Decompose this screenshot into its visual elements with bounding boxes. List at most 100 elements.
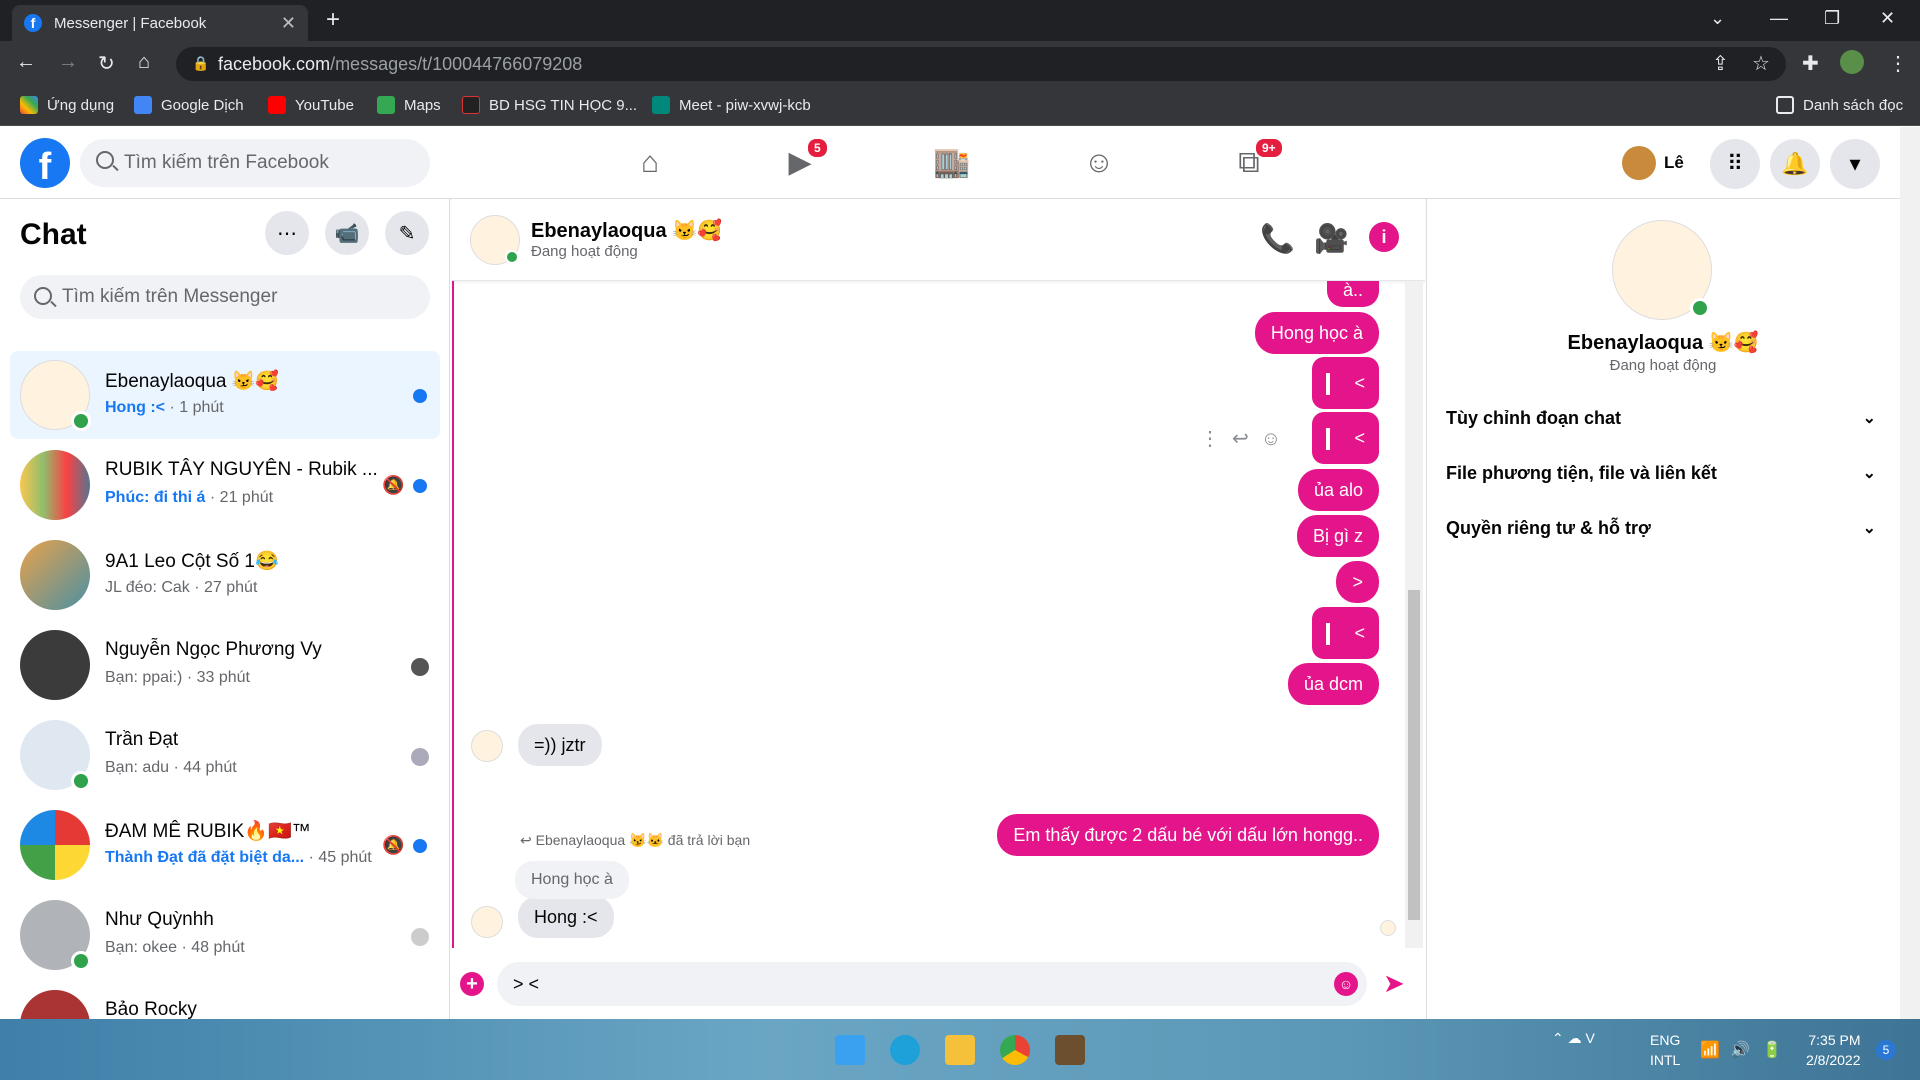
message-bubble[interactable]: Hong học à xyxy=(1254,312,1379,354)
messenger-search-input[interactable]: Tìm kiếm trên Messenger xyxy=(20,275,430,319)
home-nav-icon[interactable]: ⌂ xyxy=(633,146,667,180)
send-icon[interactable]: ➤ xyxy=(1383,968,1405,999)
reply-quote[interactable]: Hong học à xyxy=(515,861,629,899)
bookmark-meet[interactable]: Meet - piw-xvwj-kcb xyxy=(652,96,811,114)
message-bubble[interactable]: ủa dcm xyxy=(1287,663,1379,705)
notifications-bell-icon[interactable]: 🔔 xyxy=(1770,139,1820,189)
facebook-search-input[interactable]: Tìm kiếm trên Facebook xyxy=(80,139,430,187)
lock-icon: 🔒 xyxy=(192,55,210,71)
extensions-icon[interactable]: ✚ xyxy=(1802,51,1819,76)
address-bar[interactable]: 🔒 facebook.com/messages/t/10004476607920… xyxy=(176,47,1786,81)
bookmark-label: BD HSG TIN HỌC 9... xyxy=(489,96,638,114)
privacy-support-section[interactable]: Quyền riêng tư & hỗ trợ ⌄ xyxy=(1446,518,1876,539)
bookmark-maps[interactable]: Maps xyxy=(377,96,441,114)
new-message-icon[interactable]: ✎ xyxy=(385,211,429,255)
preview-text: JL đéo: Cak xyxy=(105,579,190,596)
new-tab-icon[interactable]: + xyxy=(326,6,340,34)
app-tray-icon[interactable]: V xyxy=(1586,1030,1595,1046)
profile-avatar-icon[interactable] xyxy=(1840,50,1864,74)
back-icon[interactable]: ← xyxy=(16,51,36,74)
reply-icon[interactable]: ↩ xyxy=(1232,428,1261,450)
close-tab-icon[interactable]: ✕ xyxy=(281,13,296,34)
bookmark-star-icon[interactable]: ☆ xyxy=(1752,51,1770,76)
emoji-icon[interactable]: ☺ xyxy=(1334,972,1358,996)
seen-avatar xyxy=(411,928,429,946)
message-bubble[interactable]: < xyxy=(1312,357,1379,409)
account-dropdown-icon[interactable]: ▾ xyxy=(1830,139,1880,189)
minecraft-icon[interactable] xyxy=(1055,1035,1085,1065)
chevron-up-icon[interactable]: ⌃ xyxy=(1552,1030,1564,1046)
conversation-info-icon[interactable]: i xyxy=(1369,222,1399,252)
share-icon[interactable]: ⇪ xyxy=(1712,51,1729,76)
new-room-video-icon[interactable]: 📹 xyxy=(325,211,369,255)
page-scrollbar[interactable] xyxy=(1900,127,1920,1019)
minimize-icon[interactable]: — xyxy=(1770,8,1788,29)
conversation-item[interactable]: 9A1 Leo Cột Số 1😂 JL đéo: Cak · 27 phút xyxy=(10,531,440,619)
file-explorer-icon[interactable] xyxy=(945,1035,975,1065)
react-icon[interactable]: ☺ xyxy=(1261,428,1293,450)
bar-glyph xyxy=(1326,428,1331,451)
volume-icon[interactable]: 🔊 xyxy=(1730,1040,1750,1060)
profile-shortcut[interactable]: Lê xyxy=(1622,146,1684,180)
language-indicator[interactable]: ENG INTL xyxy=(1650,1030,1680,1070)
message-bubble[interactable]: > xyxy=(1336,561,1379,603)
home-icon[interactable]: ⌂ xyxy=(138,51,150,74)
bookmark-apps[interactable]: Ứng dụng xyxy=(20,96,114,114)
chrome-icon[interactable] xyxy=(1000,1035,1030,1065)
conversation-item[interactable]: Bảo Rocky xyxy=(10,981,440,1019)
message-bubble[interactable]: Em thấy được 2 dấu bé với dấu lớn hongg.… xyxy=(997,814,1379,856)
message-bubble[interactable]: ủa alo xyxy=(1297,469,1379,511)
start-menu-icon[interactable] xyxy=(835,1035,865,1065)
reload-icon[interactable]: ↻ xyxy=(98,51,115,76)
conversation-item[interactable]: Nguyễn Ngọc Phương Vy Bạn: ppai:) · 33 p… xyxy=(10,621,440,709)
marketplace-nav-icon[interactable]: 🏬 xyxy=(933,146,970,180)
reading-list[interactable]: Danh sách đọc xyxy=(1776,96,1903,114)
edge-icon[interactable] xyxy=(890,1035,920,1065)
conversation-name: Nguyễn Ngọc Phương Vy xyxy=(105,639,322,660)
message-bubble[interactable]: Bị gì z xyxy=(1296,515,1379,557)
bar-glyph xyxy=(1326,373,1331,396)
browser-menu-icon[interactable]: ⋮ xyxy=(1888,51,1908,76)
message-bubble[interactable]: < xyxy=(1312,412,1379,464)
conversation-name: Ebenaylaoqua 😼🥰 xyxy=(105,371,280,392)
message-bubble[interactable]: à.. xyxy=(1326,281,1379,307)
section-label: Tùy chỉnh đoạn chat xyxy=(1446,408,1622,428)
system-clock[interactable]: 7:35 PM 2/8/2022 xyxy=(1806,1030,1861,1070)
close-window-icon[interactable]: ✕ xyxy=(1880,8,1895,29)
online-indicator xyxy=(505,250,519,264)
message-input[interactable]: > < xyxy=(497,962,1367,1006)
customize-chat-section[interactable]: Tùy chỉnh đoạn chat ⌄ xyxy=(1446,408,1876,429)
more-actions-icon[interactable]: ⋮ xyxy=(1200,428,1232,450)
media-files-section[interactable]: File phương tiện, file và liên kết ⌄ xyxy=(1446,463,1876,484)
groups-nav-icon[interactable]: ☺ xyxy=(1082,146,1116,180)
tab-search-icon[interactable]: ⌄ xyxy=(1710,8,1725,29)
video-call-icon[interactable]: 🎥 xyxy=(1314,222,1349,255)
conversation-item[interactable]: ĐAM MÊ RUBIK🔥🇻🇳™ Thành Đạt đã đặt biệt d… xyxy=(10,801,440,889)
bookmark-youtube[interactable]: YouTube xyxy=(268,96,354,114)
forward-icon[interactable]: → xyxy=(58,51,78,74)
battery-icon[interactable]: 🔋 xyxy=(1762,1040,1782,1060)
message-scrollbar-thumb[interactable] xyxy=(1408,590,1420,920)
chat-contact-name[interactable]: Ebenaylaoqua 😼🥰 xyxy=(531,218,722,243)
more-options-icon[interactable]: ⋯ xyxy=(265,211,309,255)
bookmark-google-translate[interactable]: Google Dịch xyxy=(134,96,244,114)
conversation-item[interactable]: RUBIK TÂY NGUYÊN - Rubik ... Phúc: đi th… xyxy=(10,441,440,529)
voice-call-icon[interactable]: 📞 xyxy=(1260,222,1295,255)
restore-icon[interactable]: ❐ xyxy=(1824,8,1840,29)
conversation-item[interactable]: Ebenaylaoqua 😼🥰 Hong :< · 1 phút xyxy=(10,351,440,439)
browser-tab[interactable]: f Messenger | Facebook ✕ xyxy=(12,5,308,41)
onedrive-icon[interactable]: ☁ xyxy=(1568,1030,1582,1046)
menu-grid-icon[interactable]: ⠿ xyxy=(1710,139,1760,189)
message-text: < xyxy=(1354,623,1365,643)
facebook-favicon-icon: f xyxy=(24,14,42,32)
more-actions-plus-icon[interactable]: + xyxy=(460,972,484,996)
facebook-logo-icon[interactable]: f xyxy=(20,138,70,188)
bookmark-bd-hsg[interactable]: BD HSG TIN HỌC 9... xyxy=(462,96,637,114)
message-bubble[interactable]: < xyxy=(1312,607,1379,659)
notification-count-badge[interactable]: 5 xyxy=(1876,1040,1896,1060)
conversation-item[interactable]: Trần Đạt Bạn: adu · 44 phút xyxy=(10,711,440,799)
wifi-icon[interactable]: 📶 xyxy=(1700,1040,1720,1060)
conversation-item[interactable]: Như Quỳnhh Bạn: okee · 48 phút xyxy=(10,891,440,979)
message-bubble[interactable]: Hong :< xyxy=(518,896,614,938)
message-bubble[interactable]: =)) jztr xyxy=(518,724,602,766)
